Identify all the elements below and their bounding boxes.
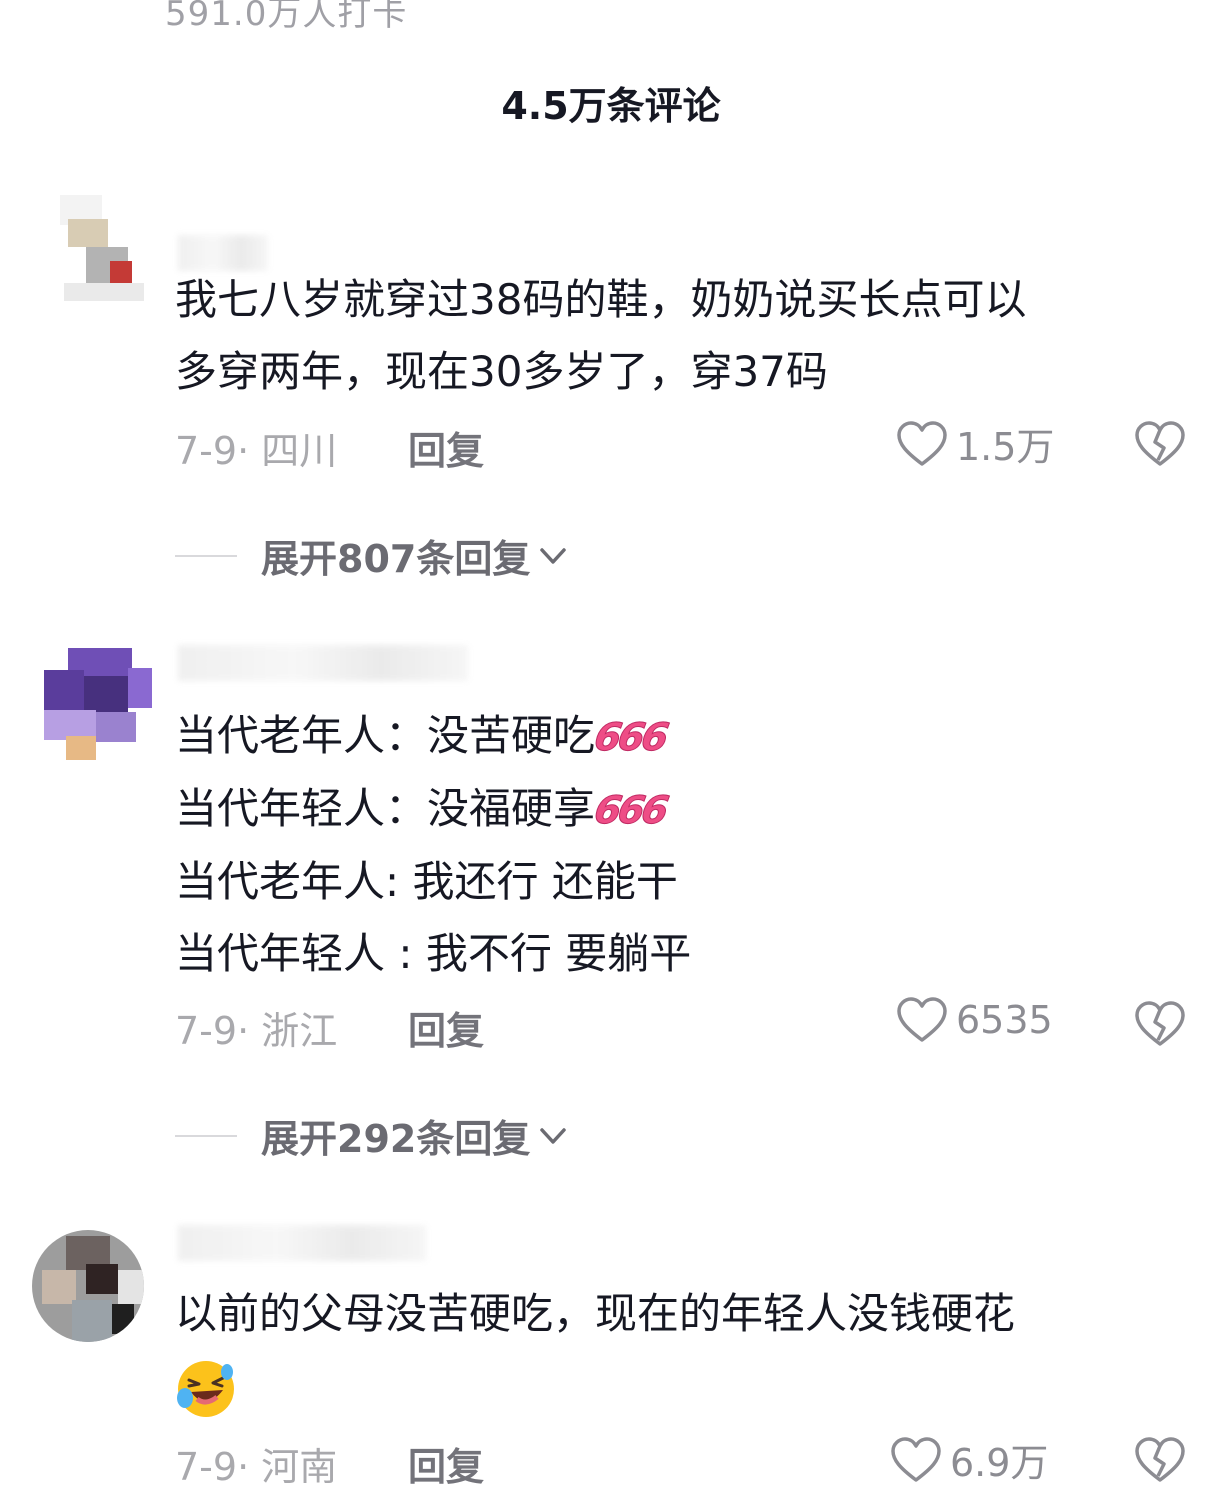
avatar[interactable]: [40, 195, 152, 307]
expand-replies-button[interactable]: 展开807条回复: [175, 528, 570, 583]
like-button[interactable]: 1.5万: [896, 416, 1054, 471]
comment-line: [175, 1350, 1185, 1422]
laughing-emoji-icon: [177, 1360, 234, 1417]
expand-replies-button[interactable]: 展开292条回复: [175, 1108, 570, 1163]
like-count: 6535: [956, 998, 1053, 1042]
comment-text: 以前的父母没苦硬吃，现在的年轻人没钱硬花: [175, 1278, 1185, 1422]
chevron-down-icon: [540, 1127, 567, 1144]
comment-meta: 7-9· 四川: [175, 429, 338, 473]
like-count: 6.9万: [950, 1441, 1049, 1485]
expand-label: 展开807条回复: [261, 537, 531, 581]
heart-icon: [897, 420, 947, 466]
broken-heart-icon[interactable]: [1134, 1000, 1186, 1048]
comment-line-text: 当代年轻人：没福硬享: [175, 784, 596, 833]
broken-heart-icon[interactable]: [1134, 1436, 1186, 1484]
reply-button[interactable]: 回复: [408, 1436, 484, 1491]
like-button[interactable]: 6.9万: [890, 1432, 1048, 1487]
checkin-count: 591.0万人打卡: [165, 0, 408, 34]
reply-button[interactable]: 回复: [408, 420, 484, 475]
comment-text: 我七八岁就穿过38码的鞋，奶奶说买长点可以 多穿两年，现在30多岁了，穿37码: [175, 264, 1185, 408]
like-count: 1.5万: [956, 425, 1055, 469]
emoji-666-icon: 666: [591, 715, 670, 760]
comment-meta: 7-9· 河南: [175, 1445, 338, 1489]
emoji-666-icon: 666: [591, 788, 670, 833]
avatar[interactable]: [32, 1230, 144, 1342]
comments-title: 4.5万条评论: [501, 84, 721, 128]
reply-button[interactable]: 回复: [408, 1000, 484, 1055]
heart-icon: [897, 997, 947, 1042]
divider-dash: [175, 554, 237, 557]
comment-line: 当代年轻人：没福硬享666: [175, 773, 1185, 846]
comment-line-text: 当代老年人：没苦硬吃: [175, 711, 596, 760]
divider-dash: [175, 1134, 237, 1137]
username-blurred[interactable]: [178, 1225, 426, 1261]
like-button[interactable]: 6535: [896, 996, 1053, 1044]
comment-line: 以前的父母没苦硬吃，现在的年轻人没钱硬花: [175, 1289, 1016, 1338]
comment-line: 多穿两年，现在30多岁了，穿37码: [175, 347, 828, 396]
username-blurred[interactable]: [178, 645, 468, 681]
broken-heart-icon[interactable]: [1134, 420, 1186, 468]
expand-label: 展开292条回复: [261, 1117, 531, 1161]
avatar[interactable]: [44, 648, 156, 760]
comment-text: 当代老年人：没苦硬吃666 当代年轻人：没福硬享666 当代老年人: 我还行 还…: [175, 700, 1185, 990]
comment-line: 当代老年人：没苦硬吃666: [175, 700, 1185, 773]
heart-icon: [891, 1436, 941, 1482]
comment-line: 我七八岁就穿过38码的鞋，奶奶说买长点可以: [175, 275, 1027, 324]
chevron-down-icon: [540, 547, 567, 564]
comment-line: 当代老年人: 我还行 还能干: [175, 857, 678, 906]
comment-line: 当代年轻人 : 我不行 要躺平: [175, 929, 692, 978]
comment-meta: 7-9· 浙江: [175, 1009, 338, 1053]
